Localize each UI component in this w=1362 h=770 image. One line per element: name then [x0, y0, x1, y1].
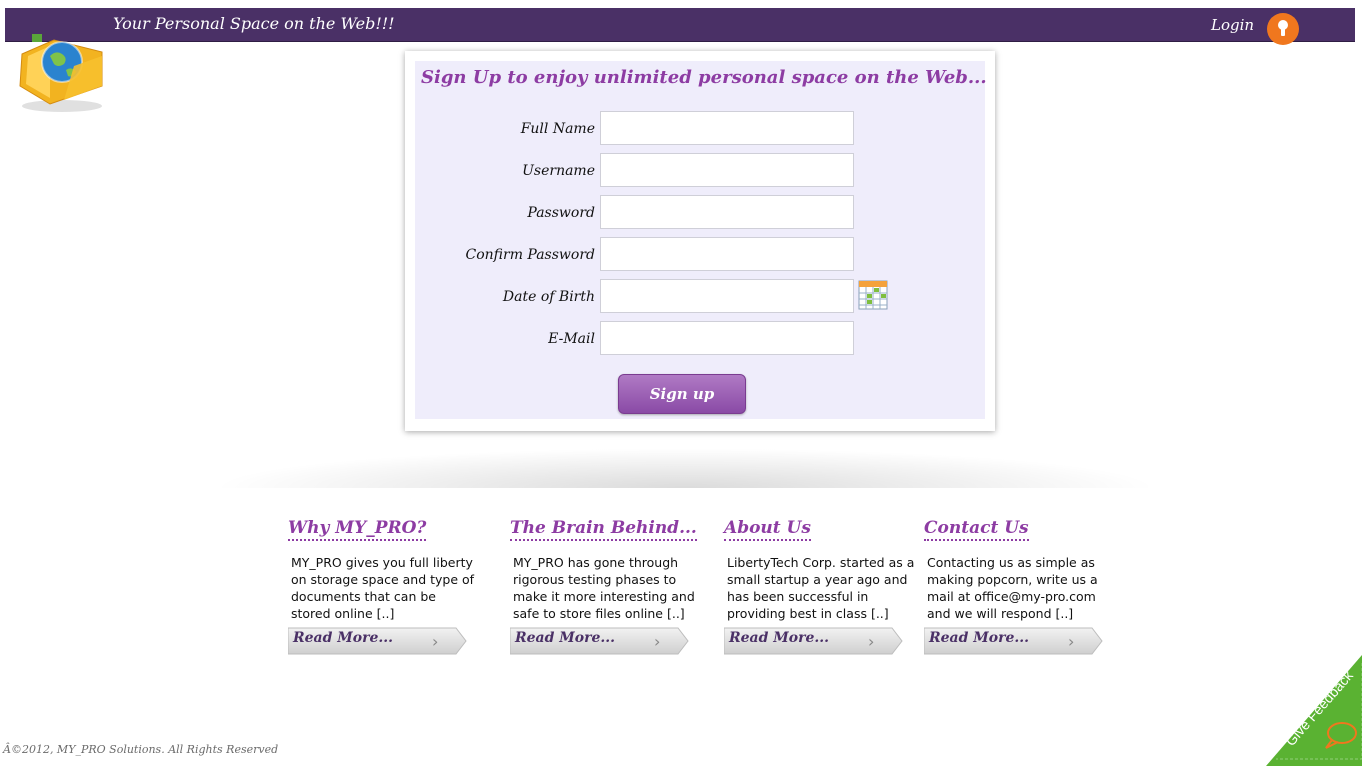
info-column-why: Why MY_PRO? MY_PRO gives you full libert…: [288, 518, 478, 655]
signup-card: Sign Up to enjoy unlimited personal spac…: [405, 51, 995, 431]
read-more-button[interactable]: Read More... ›: [924, 626, 1103, 655]
confirm-password-label: Confirm Password: [465, 247, 596, 263]
chevron-right-icon: ›: [432, 632, 439, 651]
read-more-label: Read More...: [929, 630, 1030, 646]
full-name-label: Full Name: [520, 121, 595, 137]
info-body: MY_PRO gives you full liberty on storage…: [291, 555, 475, 621]
full-name-input[interactable]: [600, 111, 854, 145]
confirm-password-input[interactable]: [600, 237, 854, 271]
chevron-right-icon: ›: [868, 632, 875, 651]
header-bar: Your Personal Space on the Web!!! Login: [5, 8, 1355, 45]
signup-form: Sign Up to enjoy unlimited personal spac…: [415, 61, 987, 419]
info-title: The Brain Behind...: [510, 518, 697, 541]
info-body: MY_PRO has gone through rigorous testing…: [513, 555, 695, 621]
give-feedback-tab[interactable]: Give Feedback: [1262, 655, 1362, 766]
read-more-button[interactable]: Read More... ›: [510, 626, 689, 655]
globe-folder-icon[interactable]: [14, 26, 109, 116]
info-body: Contacting us as simple as making popcor…: [927, 555, 1098, 621]
calendar-icon[interactable]: [858, 280, 888, 310]
section-divider: [210, 448, 1160, 488]
signup-button[interactable]: Sign up: [618, 374, 746, 414]
info-column-brain: The Brain Behind... MY_PRO has gone thro…: [510, 518, 700, 655]
dob-label: Date of Birth: [502, 289, 595, 305]
copyright-text: Â©2012, MY_PRO Solutions. All Rights Res…: [3, 743, 279, 756]
read-more-label: Read More...: [729, 630, 830, 646]
dob-input[interactable]: [600, 279, 854, 313]
read-more-label: Read More...: [515, 630, 616, 646]
chevron-right-icon: ›: [654, 632, 661, 651]
read-more-button[interactable]: Read More... ›: [724, 626, 903, 655]
info-title: Contact Us: [924, 518, 1029, 541]
info-title: Why MY_PRO?: [288, 518, 427, 541]
info-column-contact: Contact Us Contacting us as simple as ma…: [924, 518, 1114, 655]
info-body: LibertyTech Corp. started as a small sta…: [727, 555, 915, 621]
info-title: About Us: [724, 518, 811, 541]
form-heading: Sign Up to enjoy unlimited personal spac…: [421, 67, 987, 88]
email-label: E-Mail: [548, 331, 595, 347]
chevron-right-icon: ›: [1068, 632, 1075, 651]
info-column-about: About Us LibertyTech Corp. started as a …: [724, 518, 915, 655]
email-input[interactable]: [600, 321, 854, 355]
login-link[interactable]: Login: [1211, 16, 1254, 34]
username-label: Username: [522, 163, 595, 179]
password-label: Password: [527, 205, 595, 221]
site-tagline: Your Personal Space on the Web!!!: [113, 14, 395, 33]
keyhole-icon[interactable]: [1267, 13, 1299, 45]
password-input[interactable]: [600, 195, 854, 229]
read-more-button[interactable]: Read More... ›: [288, 626, 467, 655]
read-more-label: Read More...: [293, 630, 394, 646]
username-input[interactable]: [600, 153, 854, 187]
